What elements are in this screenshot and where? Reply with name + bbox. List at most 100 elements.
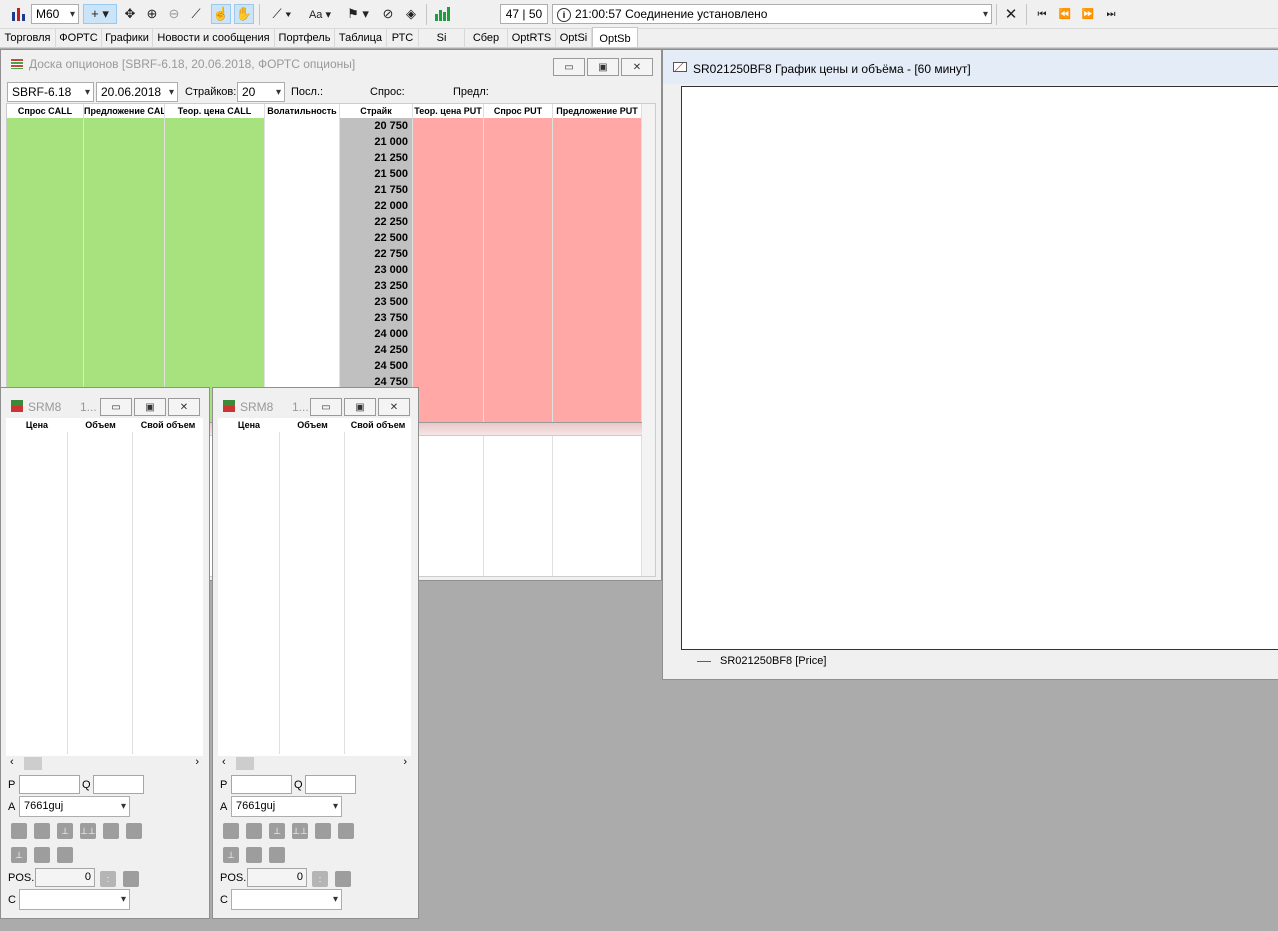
tab-forts[interactable]: ФОРТС bbox=[56, 29, 102, 48]
close-icon[interactable]: ✕ bbox=[378, 398, 410, 416]
date-select[interactable]: 20.06.2018 ▾ bbox=[96, 82, 178, 102]
action-button-9[interactable] bbox=[57, 847, 73, 863]
hand-icon[interactable]: ✋ bbox=[234, 4, 254, 24]
prev-icon[interactable]: ⏪ bbox=[1055, 4, 1075, 24]
tab-portfolio[interactable]: Портфель bbox=[275, 29, 335, 48]
chart-plot-area[interactable] bbox=[681, 86, 1278, 650]
action-button-6[interactable] bbox=[338, 823, 354, 839]
minimize-icon[interactable]: ▭ bbox=[100, 398, 132, 416]
strike-cell: 23 250 bbox=[374, 280, 408, 292]
scroll-left-icon[interactable]: ‹ bbox=[10, 756, 14, 768]
horizontal-scrollbar[interactable]: ‹ › bbox=[218, 756, 411, 771]
close-icon[interactable]: ✕ bbox=[168, 398, 200, 416]
strikes-value: 20 bbox=[242, 85, 256, 99]
tab-trading[interactable]: Торговля bbox=[0, 29, 56, 48]
crosshair-icon[interactable]: + ▾ bbox=[83, 4, 117, 24]
position-button[interactable]: : bbox=[100, 871, 116, 887]
stop-order-icon[interactable]: ⊥ bbox=[269, 823, 285, 839]
action-button-1[interactable] bbox=[223, 823, 239, 839]
stop-order-icon[interactable]: ⊥ bbox=[57, 823, 73, 839]
scroll-left-icon[interactable]: ‹ bbox=[222, 756, 226, 768]
comment-select[interactable]: ▾ bbox=[19, 889, 130, 910]
next-icon[interactable]: ⏩ bbox=[1078, 4, 1098, 24]
scroll-right-icon[interactable]: › bbox=[403, 756, 407, 768]
action-button-6[interactable] bbox=[126, 823, 142, 839]
scroll-right-icon[interactable]: › bbox=[195, 756, 199, 768]
quantity-input[interactable] bbox=[93, 775, 144, 794]
position-action-button[interactable] bbox=[123, 871, 139, 887]
chevron-down-icon: ▾ bbox=[275, 87, 281, 98]
horizontal-scrollbar[interactable]: ‹ › bbox=[6, 756, 203, 771]
tab-si[interactable]: Si bbox=[419, 29, 465, 48]
timeframe-select[interactable]: M60 ▾ bbox=[31, 4, 79, 24]
maximize-icon[interactable]: ▣ bbox=[587, 58, 619, 76]
chart-titlebar[interactable]: SR021250BF8 График цены и объёма - [60 м… bbox=[663, 50, 1278, 84]
minimize-icon[interactable]: ▭ bbox=[553, 58, 585, 76]
chart-window-title: SR021250BF8 График цены и объёма - [60 м… bbox=[693, 62, 971, 76]
marker-icon[interactable]: ⚑ ▾ bbox=[340, 4, 376, 24]
order-window-titlebar[interactable]: SRM8 1... ▭ ▣ ✕ bbox=[213, 388, 418, 420]
action-button-2[interactable] bbox=[246, 823, 262, 839]
order-window-titlebar[interactable]: SRM8 1... ▭ ▣ ✕ bbox=[1, 388, 209, 420]
action-button-5[interactable] bbox=[315, 823, 331, 839]
tab-charts[interactable]: Графики bbox=[102, 29, 153, 48]
tab-news[interactable]: Новости и сообщения bbox=[153, 29, 275, 48]
stop-order-icon[interactable]: ⊥ bbox=[223, 847, 239, 863]
minimize-icon[interactable]: ▭ bbox=[310, 398, 342, 416]
move-icon[interactable]: ✥ bbox=[120, 4, 140, 24]
text-icon[interactable]: Aa ▾ bbox=[302, 4, 338, 24]
strikes-select[interactable]: 20 ▾ bbox=[237, 82, 285, 102]
action-button-2[interactable] bbox=[34, 823, 50, 839]
account-select[interactable]: 7661guj ▾ bbox=[19, 796, 130, 817]
price-input[interactable] bbox=[231, 775, 292, 794]
account-label: A bbox=[220, 801, 228, 813]
zoom-out-icon[interactable]: ⊖ bbox=[164, 4, 184, 24]
options-board-title: Доска опционов [SBRF-6.18, 20.06.2018, Ф… bbox=[29, 57, 356, 71]
scroll-thumb[interactable] bbox=[236, 757, 254, 770]
tab-table[interactable]: Таблица bbox=[335, 29, 387, 48]
position-action-button[interactable] bbox=[335, 871, 351, 887]
action-button-9[interactable] bbox=[269, 847, 285, 863]
bar-chart-icon[interactable] bbox=[8, 4, 28, 24]
hide-icon[interactable]: ⊘ bbox=[378, 4, 398, 24]
put-bid-column bbox=[484, 118, 553, 422]
line-icon[interactable]: ⟋ ▾ bbox=[264, 4, 300, 24]
comment-select[interactable]: ▾ bbox=[231, 889, 342, 910]
quantity-input[interactable] bbox=[305, 775, 356, 794]
stop-orders-icon[interactable]: ⊥⊥ bbox=[80, 823, 96, 839]
action-button-8[interactable] bbox=[34, 847, 50, 863]
green-chart-icon[interactable] bbox=[432, 4, 452, 24]
zoom-in-icon[interactable]: ⊕ bbox=[142, 4, 162, 24]
price-input[interactable] bbox=[19, 775, 80, 794]
last-icon[interactable]: ⏭ bbox=[1101, 4, 1121, 24]
account-select[interactable]: 7661guj ▾ bbox=[231, 796, 342, 817]
maximize-icon[interactable]: ▣ bbox=[344, 398, 376, 416]
action-button-5[interactable] bbox=[103, 823, 119, 839]
instrument-select[interactable]: SBRF-6.18 ▾ bbox=[7, 82, 94, 102]
tab-optsb[interactable]: OptSb bbox=[592, 27, 638, 47]
stop-orders-icon[interactable]: ⊥⊥ bbox=[292, 823, 308, 839]
options-board-titlebar[interactable]: Доска опционов [SBRF-6.18, 20.06.2018, Ф… bbox=[1, 50, 661, 78]
scroll-thumb[interactable] bbox=[24, 757, 42, 770]
tab-optsi[interactable]: OptSi bbox=[556, 29, 592, 48]
timeframe-value: M60 bbox=[36, 7, 60, 21]
action-button-1[interactable] bbox=[11, 823, 27, 839]
action-button-8[interactable] bbox=[246, 847, 262, 863]
status-select[interactable]: i 21:00:57 Соединение установлено ▾ bbox=[552, 4, 992, 24]
tab-sber[interactable]: Сбер bbox=[465, 29, 508, 48]
close-icon[interactable]: ✕ bbox=[621, 58, 653, 76]
hand-pointer-icon[interactable]: ☝ bbox=[211, 4, 231, 24]
call-ask-column bbox=[84, 118, 165, 422]
tab-rts[interactable]: РТС bbox=[387, 29, 419, 48]
chevron-down-icon: ▾ bbox=[84, 87, 90, 98]
first-icon[interactable]: ⏮ bbox=[1032, 4, 1052, 24]
close-x-icon[interactable]: ✕ bbox=[1001, 4, 1021, 24]
layers-icon[interactable]: ◈ bbox=[401, 4, 421, 24]
grid-scrollbar[interactable] bbox=[642, 104, 655, 576]
position-button[interactable]: : bbox=[312, 871, 328, 887]
ruler-icon[interactable]: ⟋ bbox=[186, 4, 206, 24]
tab-optrts[interactable]: OptRTS bbox=[508, 29, 556, 48]
info-icon: i bbox=[557, 8, 571, 22]
stop-order-icon[interactable]: ⊥ bbox=[11, 847, 27, 863]
maximize-icon[interactable]: ▣ bbox=[134, 398, 166, 416]
